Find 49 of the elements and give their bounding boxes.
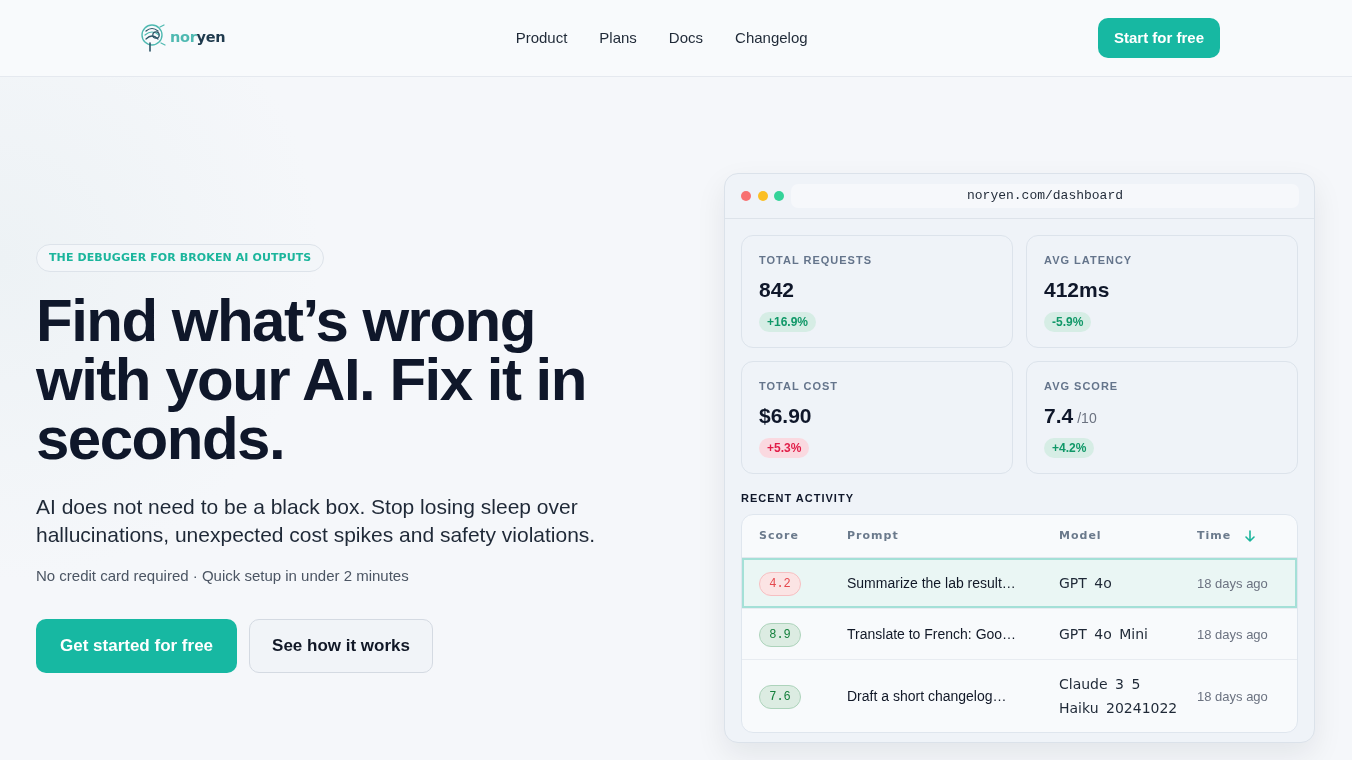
time-text: 18 days ago — [1197, 576, 1268, 591]
model-name: GPT 4o — [1059, 574, 1113, 593]
down-arrow-icon — [1245, 530, 1256, 542]
setup-note: No credit card required · Quick setup in under 2 minutes — [36, 566, 410, 586]
window-dot-icon — [757, 191, 768, 201]
score-badge: 8.9 — [759, 623, 801, 647]
column-header[interactable]: Prompt — [847, 527, 899, 545]
time-text: 18 days ago — [1197, 627, 1268, 642]
headline: Find what’s wrong with your AI. Fix it in seconds. — [36, 291, 587, 468]
stat-value: 7.4 — [1044, 403, 1074, 429]
stat-label: AVG LATENCY — [1044, 253, 1134, 268]
section-title: RECENT ACTIVITY — [741, 491, 855, 506]
change-badge: -5.9% — [1044, 312, 1092, 332]
stat-value: $6.90 — [759, 403, 812, 429]
nav-link[interactable]: Product — [515, 26, 568, 50]
model-name: Claude 3 5 Haiku 20241022 — [1059, 675, 1179, 718]
stat-label: AVG SCORE — [1044, 379, 1120, 394]
window-dot-icon — [741, 191, 751, 201]
how-it-works-button[interactable]: See how it works — [249, 618, 433, 673]
change-badge: +4.2% — [1044, 438, 1095, 458]
activity-row[interactable]: 8.9 Translate to French: Goo… GPT 4o Mini 18 days ago — [742, 609, 1297, 660]
column-header[interactable]: Model — [1059, 527, 1102, 545]
activity-row[interactable]: 4.2 Summarize the lab result… GPT 4o 18 days ago — [742, 558, 1297, 609]
prompt-text: Summarize the lab result… — [847, 575, 1016, 591]
logo-text[interactable]: noryen — [170, 27, 226, 49]
activity-row[interactable]: 7.6 Draft a short changelog… Claude 3 5 Haiku 20241022 18 days ago — [742, 660, 1297, 732]
column-header[interactable]: Score — [759, 527, 799, 545]
stat-value: 412ms — [1044, 277, 1110, 303]
prompt-text: Draft a short changelog… — [847, 688, 1007, 704]
change-badge: +16.9% — [759, 312, 817, 332]
model-name: GPT 4o Mini — [1059, 625, 1149, 644]
stat-suffix: /10 — [1077, 409, 1097, 428]
stat-value: 842 — [759, 277, 795, 303]
score-badge: 7.6 — [759, 685, 801, 709]
nav-link[interactable]: Plans — [599, 26, 637, 50]
column-header[interactable]: Time — [1197, 527, 1256, 545]
window-dot-icon — [774, 191, 784, 201]
stat-label: TOTAL REQUESTS — [759, 253, 873, 268]
swirl-logo-icon[interactable] — [140, 23, 166, 53]
address-bar: noryen.com/dashboard — [791, 184, 1299, 208]
eyebrow-tag: THE DEBUGGER FOR BROKEN AI OUTPUTS — [36, 243, 325, 272]
change-badge: +5.3% — [759, 438, 810, 458]
nav-link[interactable]: Docs — [668, 26, 704, 50]
nav-link[interactable]: Changelog — [735, 26, 808, 50]
prompt-text: Translate to French: Goo… — [847, 626, 1017, 642]
time-text: 18 days ago — [1197, 689, 1268, 704]
score-badge: 4.2 — [759, 572, 801, 596]
subtitle: AI does not need to be a black box. Stop losing sleep over hallucinations, unexpected cost spikes and safety violations. — [36, 494, 597, 548]
stat-label: TOTAL COST — [759, 379, 840, 394]
